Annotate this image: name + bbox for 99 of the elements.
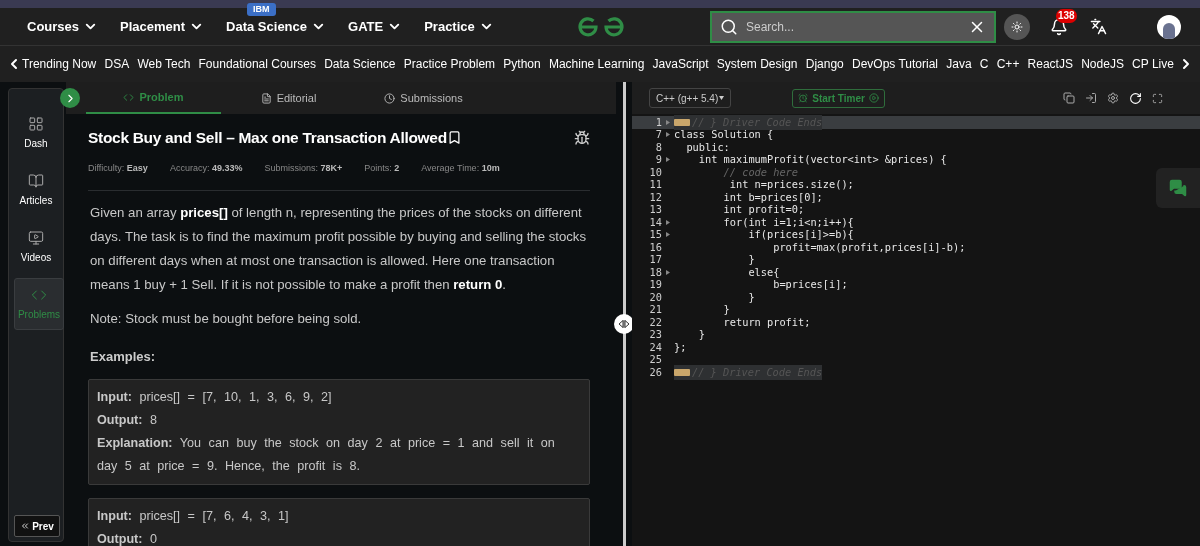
topic-link[interactable]: Python <box>503 55 541 73</box>
code-line: b=prices[i]; <box>772 278 848 293</box>
fold-marker-icon[interactable] <box>674 118 690 126</box>
search-icon <box>720 17 738 36</box>
nav-menu[interactable]: Data Science <box>226 16 326 37</box>
book-icon <box>28 172 44 189</box>
topic-link[interactable]: ReactJS <box>1027 55 1073 73</box>
reset-icon[interactable] <box>1129 91 1142 105</box>
bell-icon[interactable] <box>1050 17 1068 36</box>
dropdown-caret-icon <box>719 96 725 100</box>
topic-link[interactable]: Django <box>805 55 844 73</box>
example-line: Explanation: You can buy the stock on day 2 at price = 1 and sell it on day 5 at price = 9. Hence, the profit is 8. <box>97 435 556 476</box>
topic-link[interactable]: Machine Learning <box>548 55 645 73</box>
problem-meta: Submissions: 78K+ <box>264 162 343 176</box>
avatar[interactable] <box>1157 14 1181 39</box>
code-line: int maximumProfit(vector<int> &prices) { <box>697 153 947 168</box>
code-line: } <box>722 302 730 318</box>
fold-marker-icon[interactable] <box>674 368 690 376</box>
topic-link[interactable]: Foundational Courses <box>198 55 316 73</box>
prev-button[interactable]: Prev <box>14 515 60 537</box>
nav-menu[interactable]: Placement <box>120 16 205 37</box>
topic-link[interactable]: NodeJS <box>1081 55 1124 73</box>
topic-link[interactable]: Trending Now <box>22 55 97 73</box>
topic-link[interactable]: Web Tech <box>137 55 191 73</box>
description-paragraph: Given an array prices[] of length n, representing the prices of the stocks on different days. The task is to find the maximum profit possible by buying and selling the stocks on different days when at most one transaction is allowed. Here one transaction means 1 buy + 1 Sell. If it is not possible to make a profit then return 0. <box>89 203 587 294</box>
fold-arrow-icon[interactable] <box>666 132 670 138</box>
problem-meta: Difficulty: Easy <box>88 162 148 176</box>
code-line: } <box>747 289 755 305</box>
problem-meta: Accuracy: 49.33% <box>169 162 243 176</box>
search-bar[interactable]: Search... <box>710 10 996 43</box>
fold-arrow-icon[interactable] <box>666 219 670 225</box>
clock-icon <box>384 92 396 104</box>
problem-meta: Points: 2 <box>364 162 400 176</box>
logo-icon[interactable] <box>576 15 626 38</box>
settings-icon[interactable] <box>1107 92 1119 104</box>
topic-link[interactable]: Java <box>946 55 972 73</box>
bookmark-icon[interactable] <box>446 130 462 146</box>
problem-title: Stock Buy and Sell – Max one Transaction Allowed <box>88 128 447 148</box>
line-number: 1 <box>654 114 662 130</box>
panel-tab[interactable]: Editorial <box>221 82 356 114</box>
example-line: Output: 8 <box>97 412 158 430</box>
description-paragraph: Note: Stock must be bought before being sold. <box>89 309 363 328</box>
alarm-clock-icon <box>798 93 809 103</box>
fold-arrow-icon[interactable] <box>666 119 670 125</box>
notification-count: 138 <box>1056 8 1077 23</box>
code-line: int profit=0; <box>722 203 805 218</box>
search-field[interactable]: Search... <box>746 17 960 36</box>
fold-arrow-icon[interactable] <box>666 269 670 275</box>
nav-menu[interactable]: GATE <box>348 16 403 37</box>
topic-link[interactable]: DSA <box>104 55 130 73</box>
panel-tab[interactable]: Submissions <box>356 82 491 114</box>
topic-link[interactable]: JavaScript <box>652 55 709 73</box>
chat-button[interactable] <box>1156 168 1200 208</box>
topic-link[interactable]: C++ <box>996 55 1020 73</box>
example-line: Input: prices[] = [7, 10, 1, 3, 6, 9, 2] <box>97 389 333 407</box>
code-line: } <box>747 252 755 268</box>
language-select[interactable]: C++ (g++ 5.4) <box>649 88 732 108</box>
sidebar-item[interactable]: Articles <box>11 164 61 216</box>
video-icon <box>28 229 44 246</box>
code-line: // code here <box>722 165 798 180</box>
code-icon <box>123 91 135 103</box>
topic-link[interactable]: Data Science <box>324 55 396 73</box>
code-line: }; <box>674 339 687 355</box>
examples-heading: Examples: <box>89 347 157 366</box>
bug-icon[interactable] <box>574 129 590 146</box>
code-line: } <box>697 327 705 343</box>
code-line: profit=max(profit,prices[i]-b); <box>772 240 966 255</box>
chat-icon <box>1169 179 1187 197</box>
code-line: if(prices[i]>=b){ <box>747 228 854 243</box>
nav-menu[interactable]: Courses <box>27 16 99 37</box>
fullscreen-icon[interactable] <box>1152 92 1163 104</box>
code-line: else{ <box>747 265 780 280</box>
topic-link[interactable]: DevOps Tutorial <box>851 55 938 73</box>
import-icon[interactable] <box>1085 92 1097 104</box>
topic-link[interactable]: C <box>979 55 989 73</box>
play-icon <box>868 93 879 103</box>
topic-link[interactable]: System Design <box>716 55 798 73</box>
copy-icon[interactable] <box>1063 92 1075 104</box>
code-line: for(int i=1;i<n;i++){ <box>722 215 854 230</box>
code-line: int b=prices[0]; <box>722 190 823 205</box>
code-line: int n=prices.size(); <box>728 177 854 193</box>
sidebar-item[interactable]: Videos <box>11 221 61 273</box>
topic-link[interactable]: CP Live <box>1132 55 1174 73</box>
double-chevron-left-icon <box>20 521 31 531</box>
code-line: return profit; <box>722 315 811 330</box>
document-icon <box>260 92 272 104</box>
nav-menu[interactable]: Practice <box>424 16 494 37</box>
fold-arrow-icon[interactable] <box>666 232 670 238</box>
dashboard-icon <box>28 115 44 132</box>
example-line: Input: prices[] = [7, 6, 4, 3, 1] <box>97 508 290 526</box>
fold-arrow-icon[interactable] <box>666 157 670 163</box>
sun-icon <box>1011 20 1023 33</box>
example-line: Output: 0 <box>97 531 158 546</box>
start-timer-button[interactable]: Start Timer <box>792 88 885 108</box>
theme-toggle[interactable] <box>1004 13 1030 40</box>
translate-icon[interactable] <box>1090 18 1107 35</box>
problem-meta: Average Time: 10m <box>421 162 500 176</box>
topic-link[interactable]: Practice Problem <box>403 55 496 73</box>
sidebar-item[interactable]: Dash <box>11 107 61 159</box>
